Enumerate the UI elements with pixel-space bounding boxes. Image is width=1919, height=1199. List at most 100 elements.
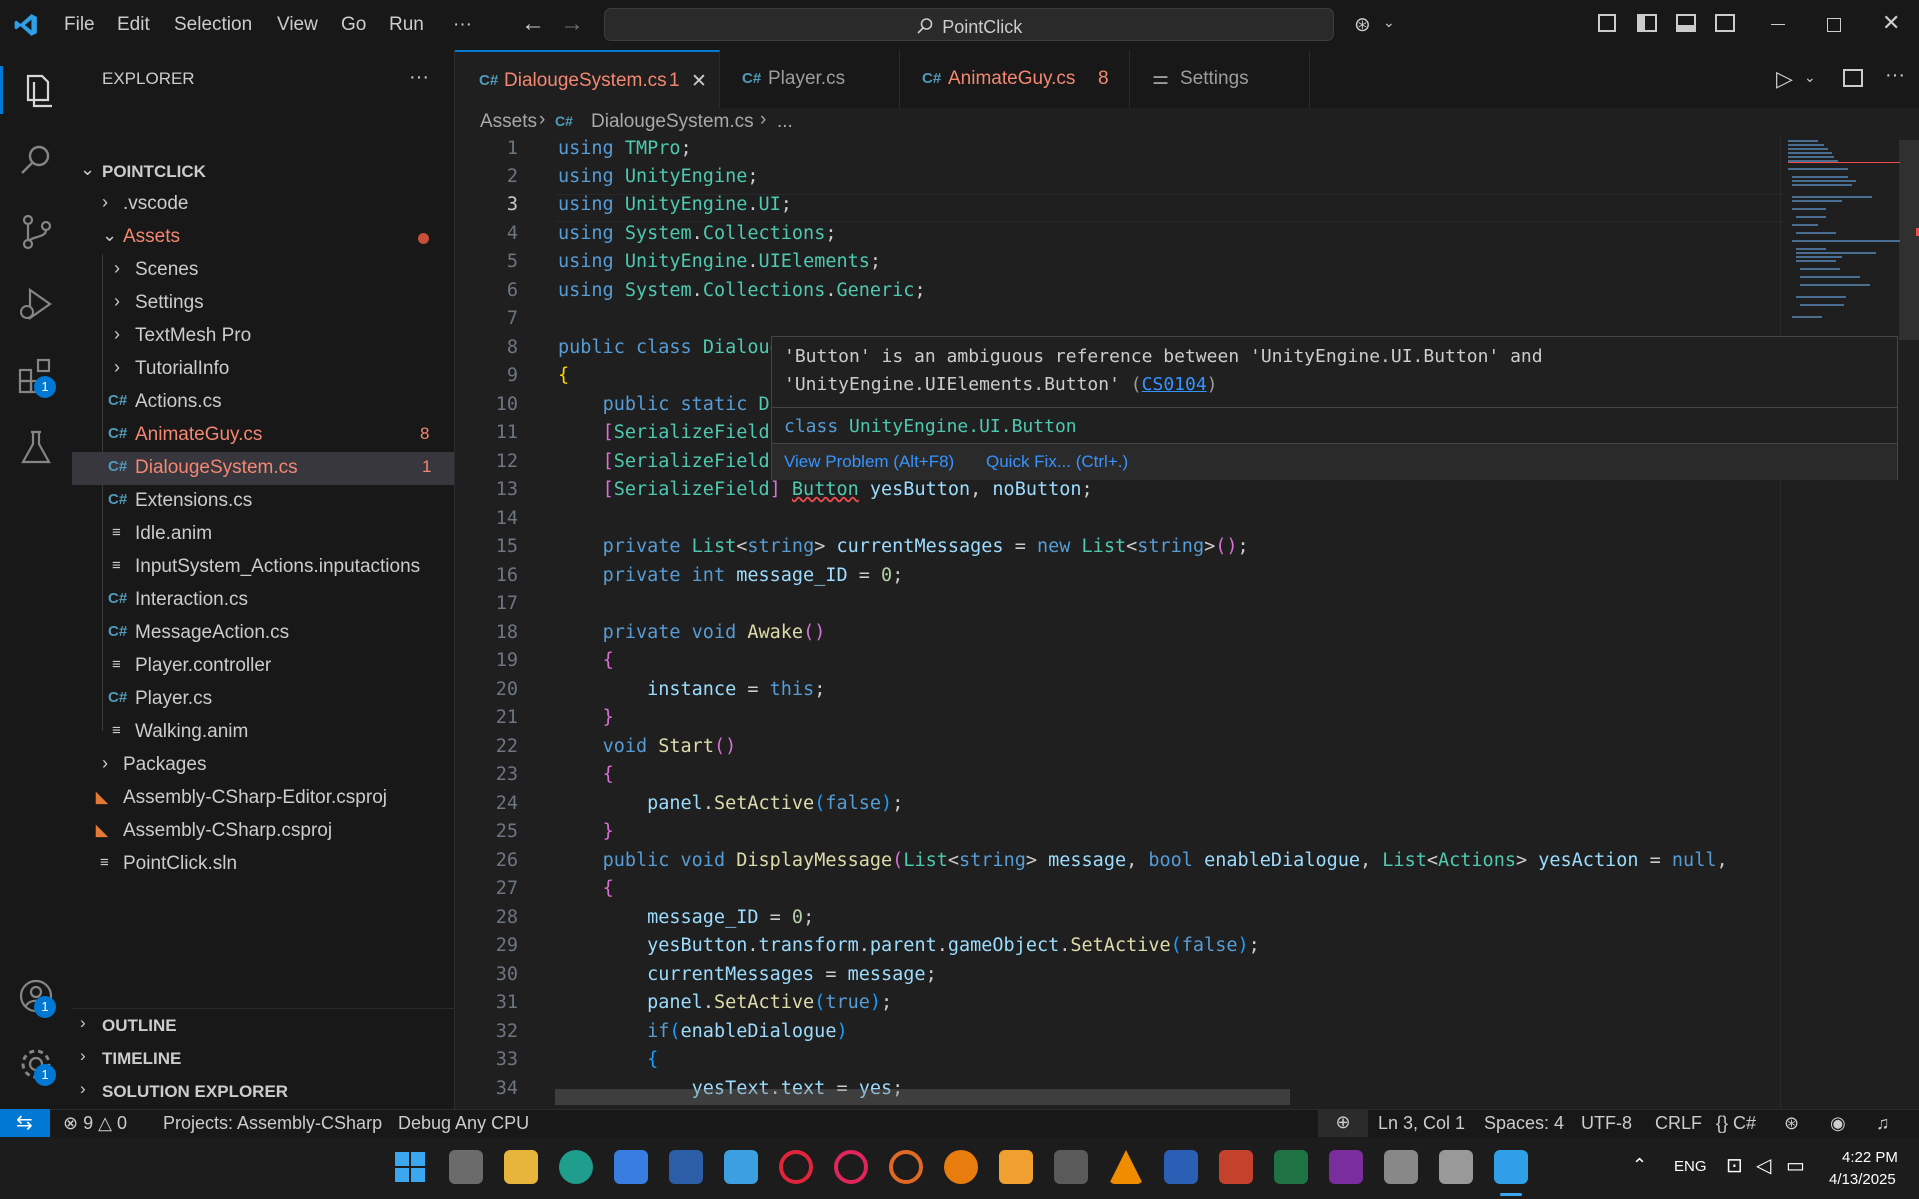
unity-hub-icon[interactable] bbox=[1384, 1150, 1418, 1184]
volume-icon[interactable]: ◁ bbox=[1756, 1153, 1771, 1178]
tree-file-messageaction[interactable]: C# MessageAction.cs bbox=[72, 617, 454, 650]
section-timeline[interactable]: › TIMELINE bbox=[72, 1041, 454, 1074]
section-outline[interactable]: › OUTLINE bbox=[72, 1008, 454, 1041]
projects-status[interactable]: Projects: Assembly-CSharp bbox=[163, 1113, 382, 1134]
tab-player[interactable]: C# Player.cs bbox=[720, 50, 900, 108]
menu-run[interactable]: Run bbox=[389, 14, 424, 36]
manage-gear-icon[interactable]: 1 bbox=[14, 1042, 58, 1086]
run-play-icon[interactable]: ▷ bbox=[1776, 66, 1793, 92]
extensions-icon[interactable]: 1 bbox=[14, 354, 58, 398]
zoom-icon[interactable]: ⊕ bbox=[1318, 1109, 1368, 1137]
tree-file-walking[interactable]: ≡ Walking.anim bbox=[72, 716, 454, 749]
breadcrumb-folder[interactable]: Assets bbox=[480, 111, 537, 133]
copilot-status-icon[interactable]: ⊛ bbox=[1784, 1113, 1799, 1134]
tree-file-sln[interactable]: ≡ PointClick.sln bbox=[72, 848, 454, 881]
tab-dialougesystem[interactable]: C# DialougeSystem.cs 1 ✕ bbox=[455, 50, 720, 108]
tree-file-player[interactable]: C# Player.cs bbox=[72, 683, 454, 716]
opera-gx-icon[interactable] bbox=[834, 1150, 868, 1184]
indentation-status[interactable]: Spaces: 4 bbox=[1484, 1113, 1564, 1134]
section-solution-explorer[interactable]: › SOLUTION EXPLORER bbox=[72, 1074, 454, 1107]
app-icon[interactable] bbox=[669, 1150, 703, 1184]
clock-date[interactable]: 4/13/2025 bbox=[1829, 1171, 1896, 1188]
debug-config-status[interactable]: Debug Any CPU bbox=[398, 1113, 529, 1134]
menu-edit[interactable]: Edit bbox=[117, 14, 150, 36]
tree-file-actions[interactable]: C# Actions.cs bbox=[72, 386, 454, 419]
quick-fix-link[interactable]: Quick Fix... (Ctrl+.) bbox=[986, 452, 1128, 472]
cursor-position[interactable]: Ln 3, Col 1 bbox=[1378, 1113, 1465, 1134]
workspace-root[interactable]: ⌄ POINTCLICK bbox=[72, 155, 454, 188]
eol-status[interactable]: CRLF bbox=[1655, 1113, 1702, 1134]
explorer-icon[interactable] bbox=[14, 68, 58, 112]
testing-icon[interactable] bbox=[14, 426, 58, 470]
menu-view[interactable]: View bbox=[277, 14, 318, 36]
tree-file-editor-csproj[interactable]: ◣ Assembly-CSharp-Editor.csproj bbox=[72, 782, 454, 815]
tree-folder-textmesh[interactable]: › TextMesh Pro bbox=[72, 320, 454, 353]
start-windows-icon[interactable] bbox=[395, 1152, 425, 1182]
notepad-icon[interactable] bbox=[724, 1150, 758, 1184]
chevron-up-icon[interactable]: ⌃ bbox=[1632, 1155, 1647, 1176]
hover-error-code-link[interactable]: CS0104 bbox=[1142, 374, 1207, 395]
toggle-panel-icon[interactable] bbox=[1676, 14, 1696, 32]
menu-more[interactable]: ··· bbox=[453, 14, 472, 36]
close-tab-icon[interactable]: ✕ bbox=[691, 70, 707, 93]
tree-file-dialougesystem[interactable]: C# DialougeSystem.cs 1 bbox=[72, 452, 454, 485]
code-editor[interactable]: 1 using TMPro; 2 using UnityEngine; 3 using… bbox=[455, 136, 1919, 1109]
more-actions-icon[interactable]: ··· bbox=[1885, 64, 1905, 87]
problems-indicator[interactable]: ⊗ 9 △ 0 bbox=[63, 1113, 127, 1134]
onenote-icon[interactable] bbox=[1329, 1150, 1363, 1184]
tree-folder-settings[interactable]: › Settings bbox=[72, 287, 454, 320]
tree-file-extensions[interactable]: C# Extensions.cs bbox=[72, 485, 454, 518]
vlc-icon[interactable] bbox=[1109, 1150, 1143, 1184]
network-icon[interactable]: ⊡ bbox=[1726, 1153, 1743, 1178]
source-control-icon[interactable] bbox=[14, 210, 58, 254]
close-window-icon[interactable]: ✕ bbox=[1882, 10, 1900, 36]
calculator-icon[interactable] bbox=[1054, 1150, 1088, 1184]
menu-file[interactable]: File bbox=[64, 14, 95, 36]
copilot-icon[interactable]: ⊛ bbox=[1354, 12, 1371, 37]
media-app-icon[interactable] bbox=[999, 1150, 1033, 1184]
search-icon[interactable] bbox=[14, 138, 58, 182]
breadcrumb-file[interactable]: DialougeSystem.cs bbox=[591, 111, 754, 133]
blender-icon[interactable] bbox=[944, 1150, 978, 1184]
excel-icon[interactable] bbox=[1274, 1150, 1308, 1184]
breadcrumb-more[interactable]: ... bbox=[777, 111, 793, 133]
forward-arrow-icon[interactable]: → bbox=[560, 10, 584, 38]
file-explorer-icon[interactable] bbox=[504, 1150, 538, 1184]
horizontal-scrollbar[interactable] bbox=[555, 1089, 1290, 1105]
chevron-down-icon[interactable]: ⌄ bbox=[1804, 69, 1816, 86]
tab-settings[interactable]: ⚌ Settings bbox=[1130, 50, 1310, 108]
toggle-secondary-sidebar-icon[interactable] bbox=[1715, 14, 1735, 32]
notifications-bell-icon[interactable]: ♫ bbox=[1876, 1113, 1890, 1134]
tree-folder-tutorialinfo[interactable]: › TutorialInfo bbox=[72, 353, 454, 386]
unity-editor-icon[interactable] bbox=[1439, 1150, 1473, 1184]
word-icon[interactable] bbox=[1164, 1150, 1198, 1184]
menu-go[interactable]: Go bbox=[341, 14, 366, 36]
vertical-scrollbar[interactable] bbox=[1899, 140, 1919, 340]
back-arrow-icon[interactable]: ← bbox=[521, 10, 545, 38]
chevron-down-icon[interactable]: ⌄ bbox=[1383, 14, 1395, 31]
customize-layout-icon[interactable] bbox=[1598, 14, 1616, 32]
tree-file-animateguy[interactable]: C# AnimateGuy.cs 8 bbox=[72, 419, 454, 452]
vscode-taskbar-icon[interactable] bbox=[1494, 1150, 1528, 1184]
restore-window-icon[interactable] bbox=[1827, 18, 1841, 32]
accounts-icon[interactable]: 1 bbox=[14, 974, 58, 1018]
tree-file-csproj[interactable]: ◣ Assembly-CSharp.csproj bbox=[72, 815, 454, 848]
opera-air-icon[interactable] bbox=[889, 1150, 923, 1184]
edge-browser-icon[interactable] bbox=[559, 1150, 593, 1184]
task-view-icon[interactable] bbox=[449, 1150, 483, 1184]
toggle-primary-sidebar-icon[interactable] bbox=[1637, 14, 1657, 32]
language-indicator[interactable]: ENG bbox=[1674, 1158, 1707, 1175]
view-problem-link[interactable]: View Problem (Alt+F8) bbox=[784, 452, 954, 472]
menu-selection[interactable]: Selection bbox=[174, 14, 252, 36]
tree-folder-packages[interactable]: › Packages bbox=[72, 749, 454, 782]
powerpoint-icon[interactable] bbox=[1219, 1150, 1253, 1184]
encoding-status[interactable]: UTF-8 bbox=[1581, 1113, 1632, 1134]
opera-icon[interactable] bbox=[779, 1150, 813, 1184]
tree-folder-assets[interactable]: ⌄ Assets bbox=[72, 221, 454, 254]
csharp-devkit-icon[interactable]: ◉ bbox=[1830, 1113, 1846, 1134]
clock-time[interactable]: 4:22 PM bbox=[1842, 1149, 1898, 1166]
tree-file-playercontroller[interactable]: ≡ Player.controller bbox=[72, 650, 454, 683]
tab-animateguy[interactable]: C# AnimateGuy.cs 8 bbox=[900, 50, 1130, 108]
tree-file-interaction[interactable]: C# Interaction.cs bbox=[72, 584, 454, 617]
remote-indicator[interactable]: ⇆ bbox=[0, 1109, 50, 1137]
